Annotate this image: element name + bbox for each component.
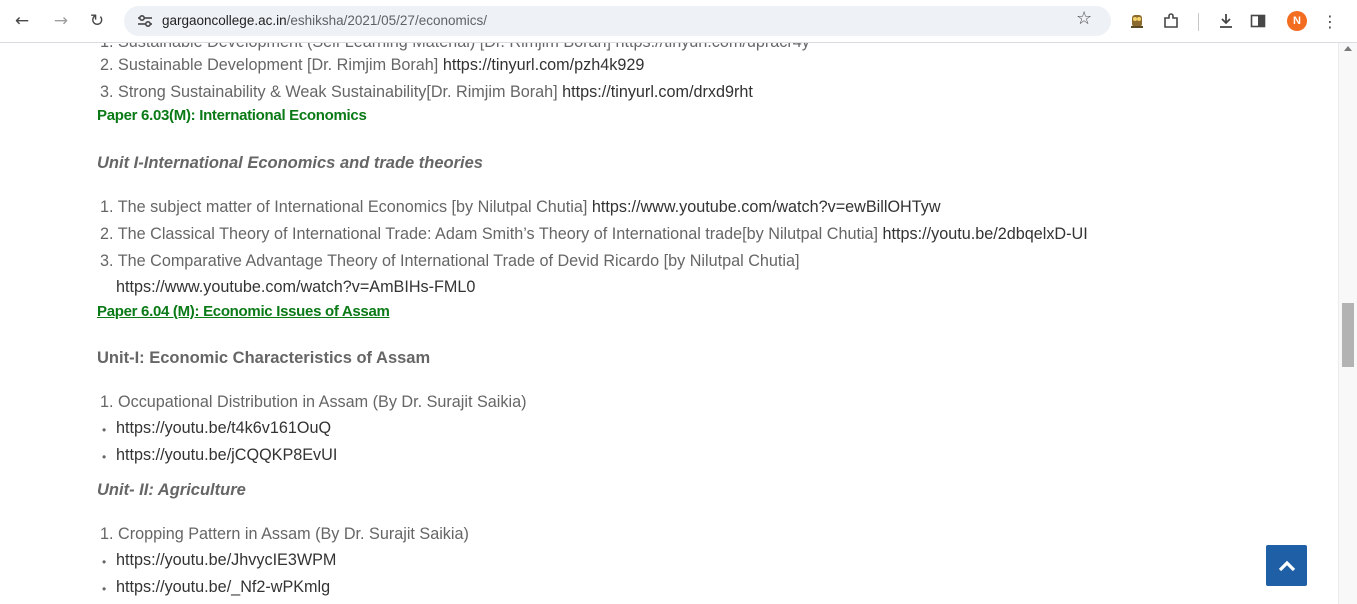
item-number: 3.	[100, 252, 114, 270]
page-content: 1. Sustainable Development (Self Learnin…	[0, 43, 1338, 604]
item-text: The Comparative Advantage Theory of Inte…	[117, 252, 800, 270]
list-item: 1. Cropping Pattern in Assam (By Dr. Sur…	[100, 525, 469, 544]
list-item: 1. The subject matter of International E…	[100, 198, 941, 217]
download-icon[interactable]	[1213, 8, 1239, 34]
toolbar-separator	[1198, 13, 1199, 31]
item-text: Cropping Pattern in Assam (By Dr. Suraji…	[118, 525, 469, 543]
site-info-icon[interactable]	[136, 13, 154, 29]
bullet-link-item: https://youtu.be/_Nf2-wPKmlg	[116, 578, 330, 597]
paper-6-04-title-link[interactable]: Paper 6.04 (M): Economic Issues of Assam	[97, 303, 390, 320]
bullet-icon: •	[102, 582, 107, 596]
bullet-icon: •	[102, 423, 107, 437]
unit-1-assam-heading: Unit-I: Economic Characteristics of Assa…	[97, 349, 431, 367]
item-text: The Classical Theory of International Tr…	[117, 225, 879, 243]
item-number: 3.	[100, 83, 114, 101]
chevron-up-icon	[1278, 560, 1295, 571]
menu-kebab-icon[interactable]: ⋮	[1317, 8, 1343, 34]
item-text: Sustainable Development [Dr. Rimjim Bora…	[118, 56, 439, 74]
cut-off-line: 1. Sustainable Development (Self Learnin…	[100, 43, 810, 52]
back-to-top-button[interactable]	[1266, 545, 1307, 586]
reload-icon[interactable]: ↻	[84, 8, 110, 34]
item-link[interactable]: https://www.youtube.com/watch?v=AmBIHs-F…	[116, 278, 475, 296]
item-number: 2.	[100, 225, 114, 243]
item-text: Strong Sustainability & Weak Sustainabil…	[118, 83, 558, 101]
item-link[interactable]: https://tinyurl.com/drxd9rht	[562, 83, 753, 101]
paper-6-03-title: Paper 6.03(M): International Economics	[97, 107, 367, 124]
forward-arrow-icon[interactable]: →	[48, 8, 74, 34]
profile-avatar[interactable]: N	[1287, 11, 1307, 31]
item-number: 2.	[100, 56, 114, 74]
url-path: /eshiksha/2021/05/27/economics/	[286, 13, 487, 28]
browser-toolbar: ← → ↻ gargaoncollege.ac.in/eshiksha/2021…	[0, 0, 1357, 43]
item-link[interactable]: https://www.youtube.com/watch?v=ewBillOH…	[592, 198, 941, 216]
item-link[interactable]: https://youtu.be/JhvycIE3WPM	[116, 551, 336, 569]
list-item: 2. Sustainable Development [Dr. Rimjim B…	[100, 56, 644, 75]
bullet-link-item: https://youtu.be/t4k6v161OuQ	[116, 419, 331, 438]
vertical-scrollbar[interactable]	[1338, 43, 1357, 604]
scroll-up-arrow-icon[interactable]	[1344, 46, 1352, 51]
address-bar[interactable]: gargaoncollege.ac.in/eshiksha/2021/05/27…	[124, 6, 1111, 36]
item-link[interactable]: https://tinyurl.com/pzh4k929	[443, 56, 645, 74]
back-arrow-icon[interactable]: ←	[9, 8, 35, 34]
item-number: 1.	[100, 525, 114, 543]
bullet-icon: •	[102, 450, 107, 464]
item-link[interactable]: https://youtu.be/2dbqelxD-UI	[883, 225, 1088, 243]
extensions-puzzle-icon[interactable]	[1158, 8, 1184, 34]
unit-2-agriculture-heading: Unit- II: Agriculture	[97, 481, 246, 499]
item-text: Occupational Distribution in Assam (By D…	[118, 393, 527, 411]
bullet-icon: •	[102, 555, 107, 569]
bullet-link-item: https://youtu.be/JhvycIE3WPM	[116, 551, 336, 570]
list-item: 3. Strong Sustainability & Weak Sustaina…	[100, 83, 753, 102]
scrollbar-thumb[interactable]	[1342, 303, 1354, 367]
unit-1-international-heading: Unit I-International Economics and trade…	[97, 154, 483, 172]
list-item: 3. The Comparative Advantage Theory of I…	[100, 252, 799, 271]
bullet-link-item: https://youtu.be/jCQQKP8EvUI	[116, 446, 337, 465]
list-item: 1. Occupational Distribution in Assam (B…	[100, 393, 526, 412]
url-text[interactable]: gargaoncollege.ac.in/eshiksha/2021/05/27…	[162, 13, 487, 28]
item-link[interactable]: https://youtu.be/t4k6v161OuQ	[116, 419, 331, 437]
item-text: The subject matter of International Econ…	[117, 198, 588, 216]
side-panel-icon[interactable]	[1245, 8, 1271, 34]
list-item: 2. The Classical Theory of International…	[100, 225, 1088, 244]
extension-owl-icon[interactable]	[1124, 8, 1150, 34]
item-link-wrapped: https://www.youtube.com/watch?v=AmBIHs-F…	[116, 278, 475, 297]
item-number: 1.	[100, 198, 114, 216]
url-host: gargaoncollege.ac.in	[162, 13, 287, 28]
bookmark-star-icon[interactable]: ☆	[1076, 8, 1092, 29]
item-link[interactable]: https://youtu.be/_Nf2-wPKmlg	[116, 578, 330, 596]
item-link[interactable]: https://youtu.be/jCQQKP8EvUI	[116, 446, 337, 464]
item-number: 1.	[100, 393, 114, 411]
